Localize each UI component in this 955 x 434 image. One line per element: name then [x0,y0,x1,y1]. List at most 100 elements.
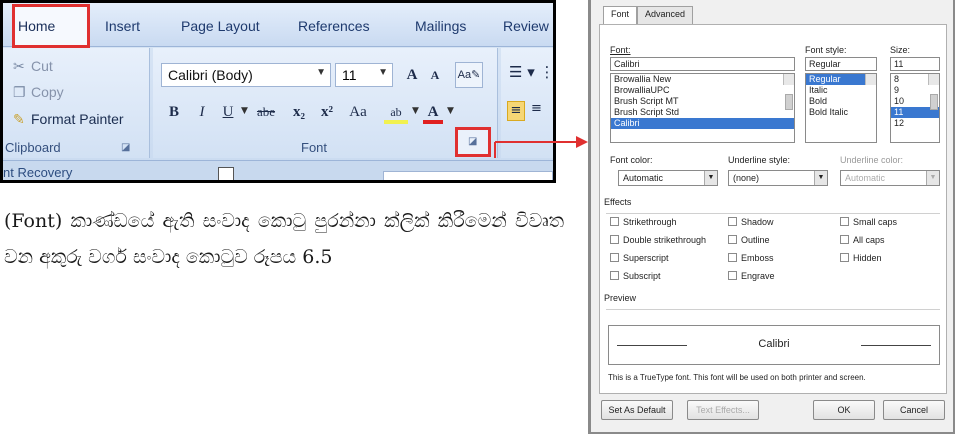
chevron-down-icon[interactable]: ▼ [241,106,248,116]
hidden-checkbox[interactable]: Hidden [840,253,882,263]
all-caps-checkbox[interactable]: All caps [840,235,885,245]
double-strikethrough-checkbox[interactable]: Double strikethrough [610,235,706,245]
list-item[interactable]: Italic [806,85,876,96]
preview-text: Calibri [758,338,790,350]
copy-label: Copy [31,84,64,100]
list-item[interactable]: 12 [891,118,939,129]
word-ribbon-screenshot: Home Insert Page Layout References Maili… [0,0,556,183]
cancel-button[interactable]: Cancel [883,400,945,420]
checkbox-box [610,235,619,244]
highlight-color-bar [384,120,408,124]
superscript-checkbox[interactable]: Superscript [610,253,669,263]
checkbox-box [840,253,849,262]
document-ruler-strip: nt Recovery [3,160,553,180]
font-group: Calibri (Body) ▼ 11 ▼ A A Aa✎ B I U ▼ ab… [153,48,498,158]
checkbox-label: Subscript [623,271,661,281]
cut-button[interactable]: ✂ Cut [13,58,53,75]
underline-style-value: (none) [733,173,760,183]
align-left-icon[interactable]: ≡ [507,101,525,121]
bold-button[interactable]: B [163,100,185,124]
ok-button[interactable]: OK [813,400,875,420]
font-list[interactable]: Browallia New BrowalliaUPC Brush Script … [610,73,795,143]
font-label: Font: [610,45,631,55]
format-painter-button[interactable]: ✎ Format Painter [13,111,124,128]
strikethrough-checkbox[interactable]: Strikethrough [610,217,677,227]
emboss-checkbox[interactable]: Emboss [728,253,774,263]
font-name-combobox[interactable]: Calibri (Body) ▼ [161,63,331,87]
chevron-down-icon[interactable]: ▼ [447,106,454,116]
font-color-label: A [427,104,439,120]
clipboard-dialog-launcher-icon[interactable]: ◪ [121,142,130,153]
tab-advanced[interactable]: Advanced [637,6,694,24]
size-list[interactable]: 8 9 10 11 12 [890,73,940,143]
list-item[interactable]: Browallia New [611,74,794,85]
underline-button[interactable]: U [217,100,239,124]
engrave-checkbox[interactable]: Engrave [728,271,775,281]
list-item-selected[interactable]: Calibri [611,118,794,129]
tab-insert[interactable]: Insert [105,18,140,34]
subscript-checkbox[interactable]: Subscript [610,271,661,281]
underline-color-label: Underline color: [840,155,904,165]
align-center-icon[interactable]: ≡ [531,101,542,116]
tab-review[interactable]: Review [503,18,549,34]
font-input[interactable]: Calibri [610,57,795,71]
paintbrush-icon: ✎ [13,111,25,127]
tab-home[interactable]: Home [18,18,55,34]
tab-page-layout[interactable]: Page Layout [181,18,260,34]
tab-font[interactable]: Font [603,6,638,26]
dialog-launcher-icon[interactable]: ◪ [468,136,477,147]
checkbox-box [728,253,737,262]
strikethrough-button[interactable]: abe [251,100,281,124]
checkbox-label: Superscript [623,253,669,263]
scrollbar[interactable] [928,74,939,110]
chevron-down-icon[interactable]: ▼ [412,106,419,116]
outline-checkbox[interactable]: Outline [728,235,770,245]
font-style-input[interactable]: Regular [805,57,877,71]
font-size-value: 11 [342,67,357,83]
bullets-icon[interactable]: ☰ ▾ ⋮ [509,63,553,81]
scroll-thumb[interactable] [785,94,793,110]
list-item[interactable]: Bold Italic [806,107,876,118]
grow-font-button[interactable]: A [400,63,424,87]
font-style-list[interactable]: Regular Italic Bold Bold Italic [805,73,877,143]
checkbox-label: All caps [853,235,885,245]
format-painter-label: Format Painter [31,111,124,127]
ruler-tab-selector[interactable] [218,167,234,180]
font-color-button[interactable]: A [421,100,445,124]
font-size-combobox[interactable]: 11 ▼ [335,63,393,87]
list-item[interactable]: Brush Script MT [611,96,794,107]
set-as-default-button[interactable]: Set As Default [601,400,673,420]
underline-style-dropdown[interactable]: (none) ▼ [728,170,828,186]
superscript-button[interactable]: x² [315,100,339,124]
tab-references[interactable]: References [298,18,370,34]
clipboard-group: ✂ Cut ❐ Copy ✎ Format Painter Clipboard ◪ [3,48,150,158]
small-caps-checkbox[interactable]: Small caps [840,217,897,227]
change-case-button[interactable]: Aa [343,100,373,124]
copy-button[interactable]: ❐ Copy [13,84,64,101]
shadow-checkbox[interactable]: Shadow [728,217,774,227]
scrollbar[interactable] [865,74,876,85]
tab-mailings[interactable]: Mailings [415,18,466,34]
shrink-font-button[interactable]: A [425,63,445,87]
italic-button[interactable]: I [191,100,213,124]
list-item[interactable]: Bold [806,96,876,107]
paragraph-group: ☰ ▾ ⋮ ≡ ≡ [501,48,553,158]
size-input[interactable]: 11 [890,57,940,71]
checkbox-box [610,271,619,280]
list-item[interactable]: BrowalliaUPC [611,85,794,96]
checkbox-label: Shadow [741,217,774,227]
subscript-button[interactable]: x₂ [287,100,311,124]
font-dialog-launcher-highlight[interactable]: ◪ [455,127,491,157]
scrollbar[interactable] [783,74,794,110]
preview-box: Calibri [608,325,940,365]
checkbox-label: Double strikethrough [623,235,707,245]
chevron-down-icon: ▼ [814,171,827,185]
scroll-thumb[interactable] [930,94,938,110]
text-highlight-button[interactable]: ab [381,100,411,124]
list-item[interactable]: Brush Script Std [611,107,794,118]
ruler[interactable] [383,171,553,180]
font-tab-panel: Font: Calibri Browallia New BrowalliaUPC… [599,24,947,394]
checkbox-box [728,217,737,226]
clear-formatting-icon[interactable]: Aa✎ [455,62,483,88]
font-color-dropdown[interactable]: Automatic ▼ [618,170,718,186]
